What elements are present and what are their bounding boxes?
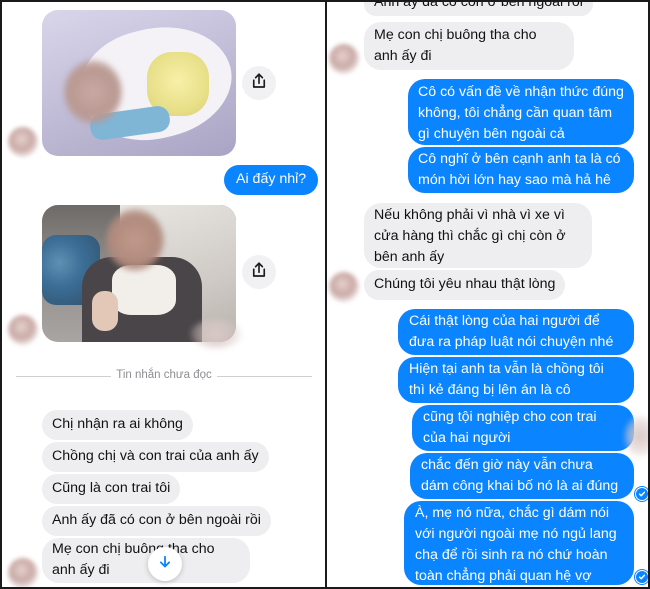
outgoing-message-question[interactable]: Ai đấy nhỉ? [224,165,319,195]
screenshot-frame: Ai đấy nhỉ? Tin nhắn chưa đọc Chị nhận r… [0,0,650,589]
incoming-message[interactable]: Mẹ con chị buông tha cho anh ấy đi [364,22,574,70]
share-photo-button[interactable] [242,255,276,289]
outgoing-message[interactable]: Cô có vấn đề về nhận thức đúng không, tô… [408,79,634,145]
incoming-message[interactable]: Chồng chị và con trai của anh ấy [42,442,269,472]
outgoing-message[interactable]: chắc đến giờ này vẫn chưa dám công khai … [410,453,634,515]
check-icon [638,491,646,497]
check-icon [638,574,646,580]
blurred-region [625,416,648,456]
outgoing-message[interactable]: Cô nghĩ ở bên cạnh anh ta là có món hời … [408,147,634,209]
incoming-message[interactable]: Mẹ con chị buông tha cho anh ấy đi [42,538,250,583]
share-icon [250,261,268,284]
unread-divider-line [16,376,111,377]
share-photo-button[interactable] [242,66,276,100]
incoming-message-partial[interactable]: Anh ấy đã có con ở bên ngoài rồi [364,2,593,16]
outgoing-message[interactable]: Hiện tại anh ta vẫn là chồng tôi thì kẻ … [398,357,634,403]
incoming-message[interactable]: Nếu không phải vì nhà vì xe vì cửa hàng … [364,203,592,268]
unread-divider-line [217,376,312,377]
unread-divider-label: Tin nhắn chưa đọc [116,369,212,381]
blurred-region [190,320,242,348]
share-icon [250,72,268,95]
panel-divider [325,2,327,587]
sender-avatar[interactable] [8,315,38,345]
scroll-to-bottom-button[interactable] [148,547,182,581]
incoming-message[interactable]: Cũng là con trai tôi [42,474,181,504]
arrow-down-icon [156,553,174,576]
left-chat-pane[interactable]: Ai đấy nhỉ? Tin nhắn chưa đọc Chị nhận r… [2,2,325,587]
sender-avatar[interactable] [329,44,359,74]
read-receipt [635,487,648,501]
sender-avatar[interactable] [8,127,38,157]
outgoing-message[interactable]: cũng tội nghiệp cho con trai của hai ngư… [412,405,634,451]
read-receipt [635,570,648,584]
incoming-message[interactable]: Chị nhận ra ai không [42,410,193,440]
right-chat-pane[interactable]: Anh ấy đã có con ở bên ngoài rồi Mẹ con … [327,2,648,587]
incoming-message[interactable]: Anh ấy đã có con ở bên ngoài rồi [42,506,271,536]
sender-avatar[interactable] [329,272,359,302]
outgoing-message[interactable]: Cái thật lòng của hai người để đưa ra ph… [398,309,634,355]
sender-avatar[interactable] [8,558,38,587]
outgoing-message[interactable]: À, mẹ nó nữa, chắc gì dám nói với người … [404,501,634,585]
incoming-message[interactable]: Chúng tôi yêu nhau thật lòng [364,270,566,300]
photo-baby-sleeping[interactable] [42,10,236,156]
